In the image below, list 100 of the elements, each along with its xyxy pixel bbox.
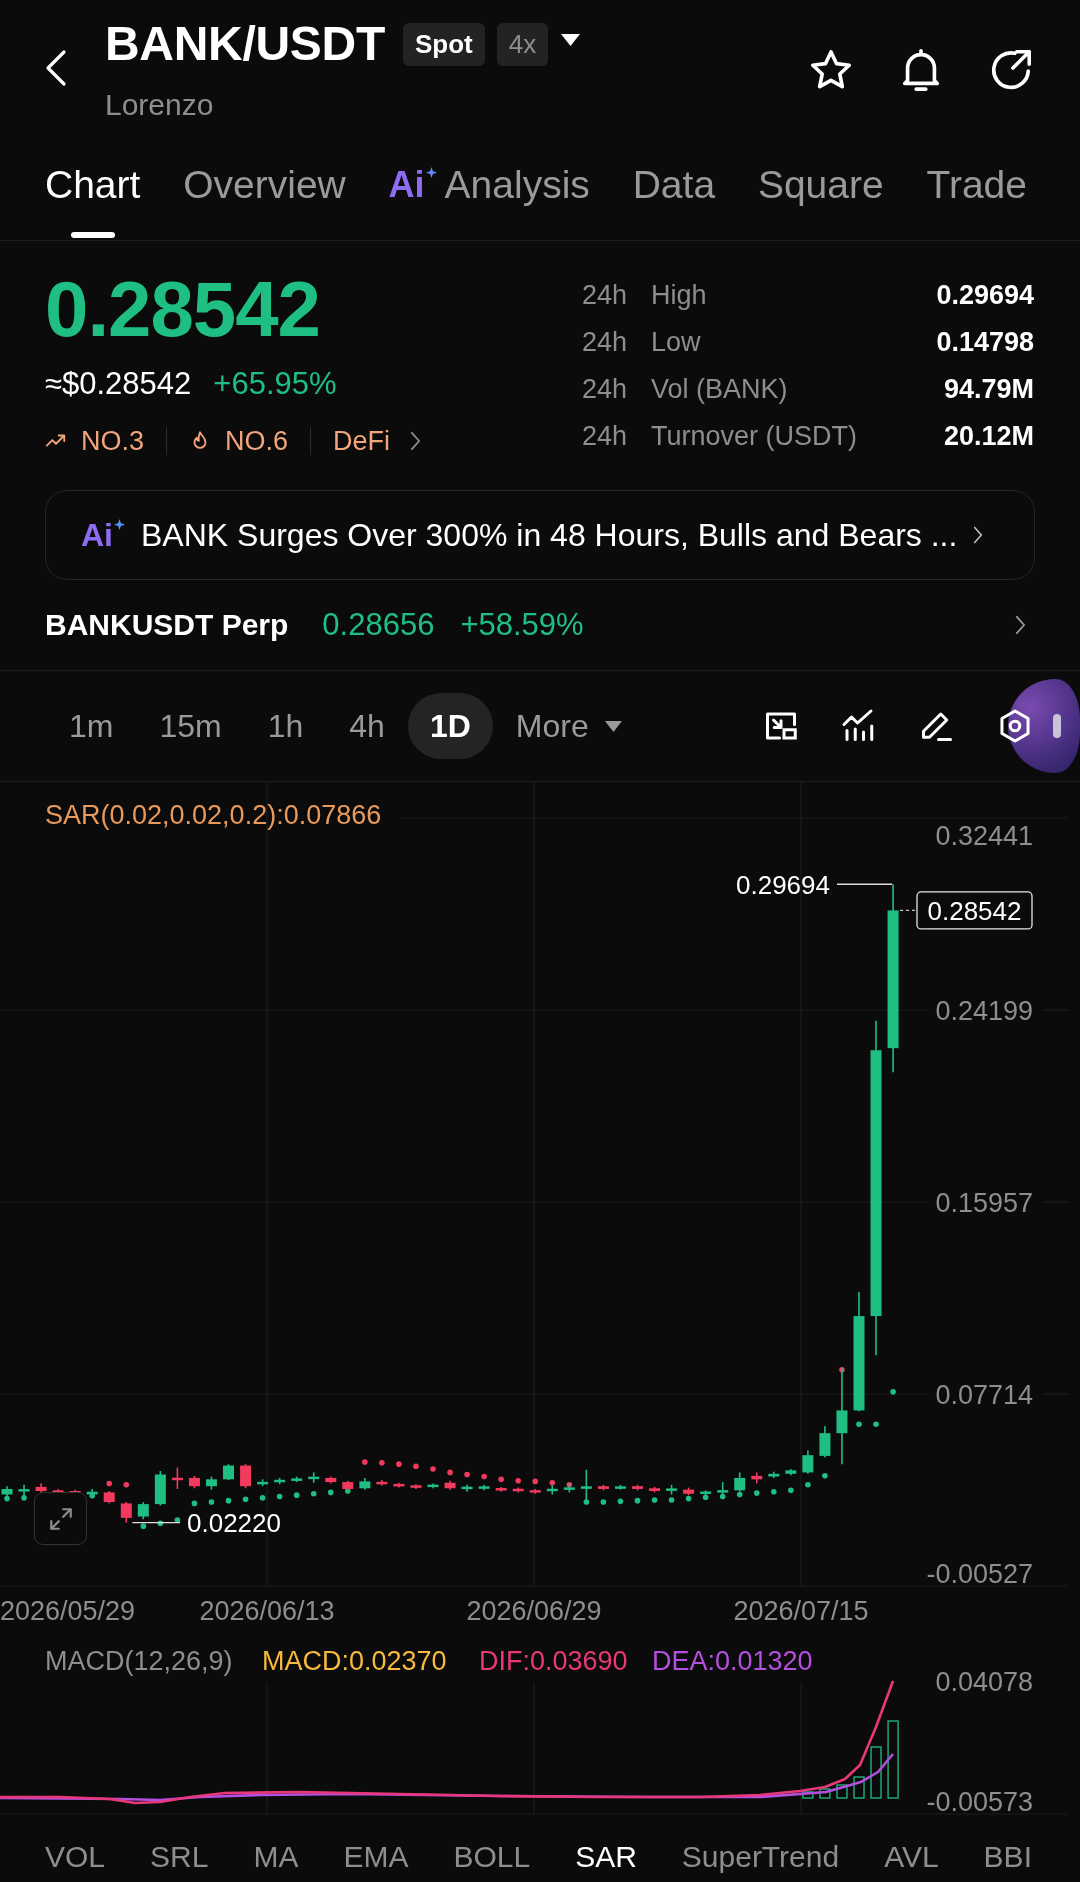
candlestick xyxy=(427,1482,439,1490)
indicator-tab[interactable]: VOL xyxy=(45,1832,106,1882)
sar-dot xyxy=(481,1473,487,1480)
candlestick xyxy=(1,1485,13,1498)
candlestick xyxy=(768,1470,780,1479)
chevron-right-icon xyxy=(410,431,422,451)
sar-dot xyxy=(634,1497,641,1504)
settings-icon[interactable] xyxy=(997,708,1033,744)
interval-tab[interactable]: 1m xyxy=(46,693,137,759)
sar-dot xyxy=(736,1491,743,1498)
indicator-tab[interactable]: SAR xyxy=(575,1832,637,1882)
interval-tab[interactable]: 15m xyxy=(136,693,245,759)
candlestick xyxy=(188,1475,200,1490)
perp-change: +58.59% xyxy=(460,607,584,643)
sar-dot xyxy=(4,1495,10,1502)
indicator-tab[interactable]: BOLL xyxy=(453,1832,531,1882)
sar-dot xyxy=(208,1499,215,1505)
tab[interactable]: Data xyxy=(632,160,716,240)
sparkle-icon xyxy=(114,518,125,530)
macd-histogram-bar xyxy=(853,1776,865,1799)
tab[interactable]: Overview xyxy=(183,160,346,240)
ranking-tag[interactable]: NO.6 xyxy=(189,423,289,459)
sar-dot xyxy=(549,1479,556,1486)
candlestick xyxy=(785,1468,797,1476)
candlestick xyxy=(137,1501,149,1521)
macd-axis-label: 0.04078 xyxy=(935,1666,1033,1697)
sar-dot xyxy=(413,1463,419,1470)
indicator-tab[interactable]: SRL xyxy=(150,1832,209,1882)
macd-histogram-bar xyxy=(836,1784,848,1799)
sar-dot xyxy=(566,1482,573,1488)
macd-legend-item: MACD(12,26,9) xyxy=(45,1645,233,1676)
usd-price: ≈$0.28542 xyxy=(45,366,192,402)
candlestick xyxy=(274,1477,286,1485)
news-card[interactable]: Ai BANK Surges Over 300% in 48 Hours, Bulls and Bears ... xyxy=(45,490,1035,580)
candlestick xyxy=(223,1463,234,1481)
sar-dot xyxy=(123,1482,130,1488)
candlestick xyxy=(717,1481,729,1497)
candlestick xyxy=(18,1484,30,1497)
perp-price: 0.28656 xyxy=(322,607,435,643)
candlestick xyxy=(291,1475,303,1483)
interval-tab[interactable]: 4h xyxy=(326,693,408,759)
more-button[interactable]: More xyxy=(492,693,645,759)
chevron-right-icon[interactable] xyxy=(1015,615,1026,635)
macd-legend-item: MACD:0.02370 xyxy=(262,1645,447,1676)
sar-dot xyxy=(379,1460,385,1466)
sar-dot xyxy=(719,1493,726,1500)
sar-dot xyxy=(310,1490,317,1497)
sar-dot xyxy=(396,1461,402,1467)
candlestick xyxy=(700,1489,712,1496)
sar-dot xyxy=(617,1498,624,1505)
candlestick xyxy=(683,1486,695,1496)
sar-dot xyxy=(276,1493,283,1500)
stat-label: Vol (BANK) xyxy=(651,374,788,405)
expand-button[interactable] xyxy=(34,1492,87,1545)
price-axis-label: -0.00527 xyxy=(926,1558,1033,1589)
candlestick xyxy=(802,1449,814,1475)
candlestick xyxy=(240,1463,252,1490)
price-axis-label: 0.32441 xyxy=(935,820,1033,851)
indicator-tab[interactable]: MA xyxy=(253,1832,299,1882)
tab[interactable]: Ai Analysis xyxy=(388,160,590,240)
candlestick xyxy=(120,1501,132,1524)
dropdown-caret-icon[interactable] xyxy=(561,34,581,46)
stat-period: 24h xyxy=(582,280,629,311)
sar-dot xyxy=(327,1489,334,1496)
interval-tab[interactable]: 1h xyxy=(244,693,327,759)
sar-dot xyxy=(805,1482,811,1488)
candlestick xyxy=(257,1478,269,1487)
ranking-tag[interactable]: NO.3 xyxy=(45,423,145,459)
sar-dot xyxy=(345,1488,351,1494)
tab[interactable]: Chart xyxy=(45,160,141,240)
sar-dot xyxy=(753,1490,760,1496)
interval-tab[interactable]: 1D xyxy=(407,693,493,759)
sar-dot xyxy=(685,1495,692,1502)
candlestick xyxy=(393,1481,405,1489)
candlestick xyxy=(597,1484,609,1492)
sar-dot xyxy=(822,1473,828,1479)
candlestick xyxy=(751,1471,763,1485)
indicator-tab[interactable]: SuperTrend xyxy=(681,1832,840,1882)
candlestick xyxy=(819,1425,831,1459)
ai-label: Ai xyxy=(81,517,113,553)
back-chevron-icon[interactable] xyxy=(44,48,68,88)
candlestick xyxy=(649,1486,660,1494)
sar-dot xyxy=(600,1499,607,1505)
last-price: 0.28542 xyxy=(45,270,320,348)
tab[interactable]: Square xyxy=(757,160,884,240)
tab[interactable]: Trade xyxy=(926,160,1027,240)
price-line xyxy=(899,909,917,912)
indicator-tab[interactable]: EMA xyxy=(343,1832,409,1882)
candlestick xyxy=(461,1484,473,1493)
indicator-tab[interactable]: BBI xyxy=(983,1832,1032,1882)
expand-arrows-icon xyxy=(47,1505,74,1532)
category-tag[interactable]: DeFi xyxy=(333,423,422,459)
sar-dot xyxy=(771,1488,777,1495)
perp-name: BANKUSDT Perp xyxy=(45,608,289,642)
indicator-tab[interactable]: AVL xyxy=(884,1832,939,1882)
ai-label: Ai xyxy=(388,165,425,205)
macd-histogram-bar xyxy=(870,1746,882,1799)
candlestick xyxy=(308,1471,320,1484)
sar-dot xyxy=(106,1480,113,1487)
sar-dot xyxy=(532,1478,539,1485)
